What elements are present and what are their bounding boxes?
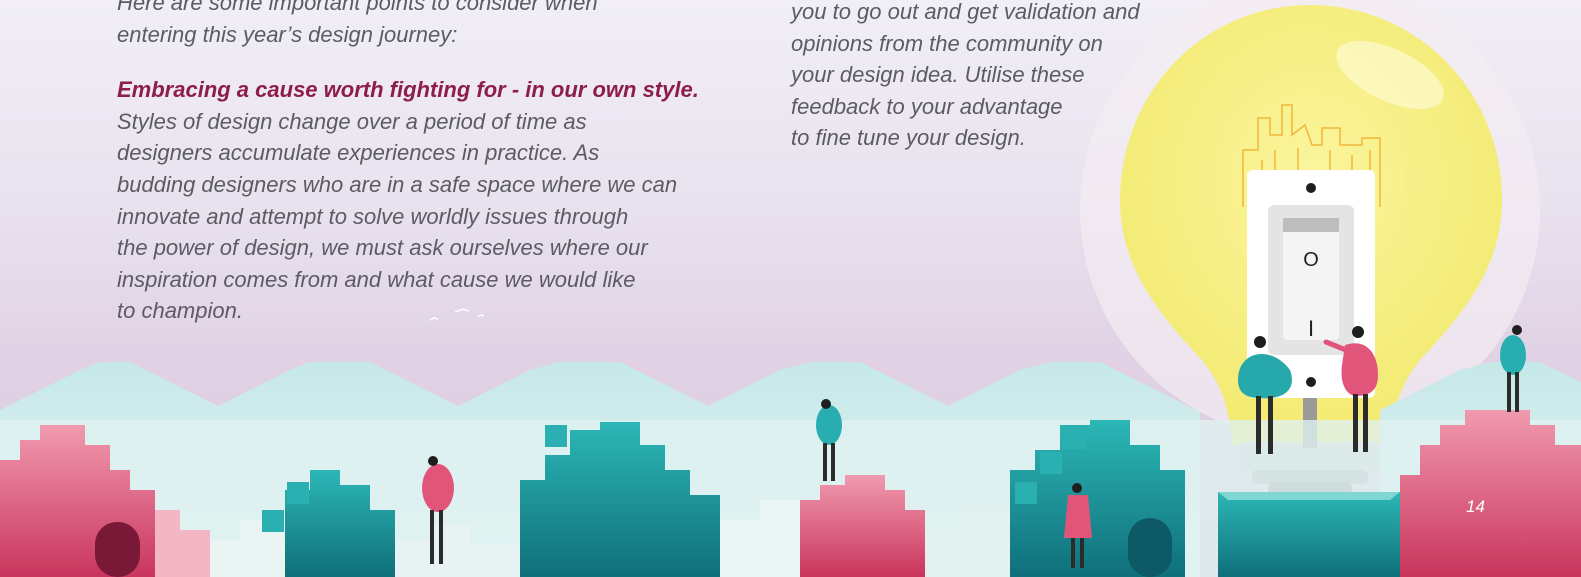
- body-line: to champion.: [117, 298, 243, 324]
- body-paragraph: Styles of design change over a period of…: [117, 106, 757, 327]
- right-body-paragraph: you to go out and get validation and opi…: [791, 0, 1211, 154]
- body-line: you to go out and get validation and: [791, 0, 1140, 24]
- body-line: designers accumulate experiences in prac…: [117, 140, 600, 166]
- body-line: inspiration comes from and what cause we…: [117, 266, 636, 292]
- body-line: opinions from the community on: [791, 30, 1103, 56]
- body-line: the power of design, we must ask ourselv…: [117, 235, 648, 261]
- body-line: budding designers who are in a safe spac…: [117, 171, 678, 197]
- body-line: your design idea. Utilise these: [791, 62, 1085, 88]
- section-subheading: Embracing a cause worth fighting for - i…: [117, 77, 699, 103]
- body-line: to fine tune your design.: [791, 125, 1026, 151]
- right-text-column: you to go out and get validation and opi…: [791, 0, 1211, 154]
- body-line: innovate and attempt to solve worldly is…: [117, 203, 629, 229]
- intro-line: entering this year’s design journey:: [117, 21, 458, 47]
- switch-off-symbol: I: [1308, 316, 1314, 341]
- body-line: feedback to your advantage: [791, 93, 1063, 119]
- intro-line: Here are some important points to consid…: [117, 0, 598, 15]
- body-line: Styles of design change over a period of…: [117, 108, 587, 134]
- intro-paragraph: Here are some important points to consid…: [117, 0, 757, 50]
- left-text-column: Here are some important points to consid…: [117, 0, 757, 327]
- switch-on-symbol: O: [1303, 249, 1319, 271]
- page-number: 14: [1466, 497, 1485, 516]
